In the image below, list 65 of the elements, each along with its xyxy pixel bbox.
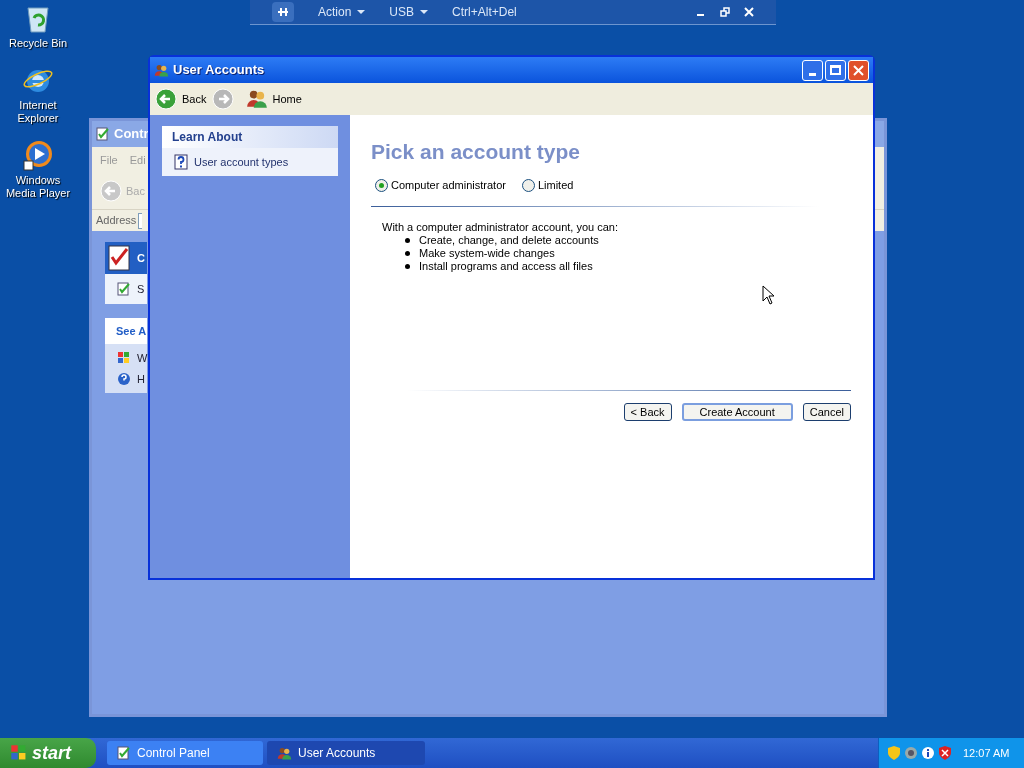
home-button[interactable]: Home — [246, 88, 302, 110]
users-icon — [154, 62, 169, 78]
panel-heading: C — [137, 250, 145, 266]
start-button[interactable]: start — [0, 738, 96, 768]
help-icon — [117, 371, 131, 386]
desktop-icon-label[interactable]: Windows Media Player — [0, 174, 76, 200]
back-button[interactable]: Back — [155, 88, 207, 110]
close-icon[interactable] — [744, 7, 754, 17]
control-panel-icon — [117, 746, 131, 760]
maximize-button[interactable] — [825, 59, 846, 81]
users-icon — [277, 745, 292, 761]
close-button[interactable] — [848, 59, 869, 81]
window-title: User Accounts — [173, 61, 265, 80]
users-icon — [246, 88, 269, 110]
pin-button[interactable] — [272, 2, 294, 22]
windows-flag-icon — [10, 744, 28, 762]
account-type-radio[interactable]: Limited — [521, 177, 574, 194]
media-player-icon — [22, 139, 54, 171]
help-icon — [174, 154, 188, 170]
radio-button[interactable] — [521, 178, 535, 192]
security-alert-icon[interactable] — [938, 745, 952, 761]
see-also-link[interactable]: H — [137, 370, 145, 387]
bullet-text: Create, change, and delete accounts — [419, 233, 599, 247]
address-field[interactable] — [138, 212, 143, 229]
description-text: With a computer administrator account, you can: — [382, 220, 619, 234]
dialog-button[interactable]: Cancel — [802, 402, 851, 421]
pin-icon — [277, 7, 289, 17]
bullet-text: Make system-wide changes — [419, 246, 555, 260]
taskbar-button[interactable]: Control Panel — [107, 741, 263, 765]
maximize-icon — [830, 65, 841, 75]
page-heading: Pick an account type — [371, 139, 581, 165]
bullet-text: Install programs and access all files — [419, 259, 593, 273]
address-label: Address — [96, 213, 137, 229]
panel-heading: Learn About — [172, 129, 243, 146]
toolbar-menu[interactable]: USB — [389, 3, 429, 21]
toolbar-menu[interactable]: Action — [318, 3, 366, 21]
ctrl-alt-del-button[interactable]: Ctrl+Alt+Del — [452, 3, 517, 21]
dialog-button[interactable]: < Back — [623, 402, 672, 421]
learn-about-link[interactable]: User account types — [162, 148, 338, 176]
info-icon[interactable] — [921, 745, 935, 761]
desktop-icon-label[interactable]: Internet Explorer — [0, 99, 76, 125]
account-type-radio[interactable]: Computer administrator — [375, 177, 506, 194]
dialog-button[interactable]: Create Account — [681, 402, 793, 421]
radio-button[interactable] — [375, 178, 388, 192]
control-panel-icon — [117, 282, 131, 296]
desktop-icon-label[interactable]: Recycle Bin — [8, 37, 68, 50]
control-panel-icon — [96, 127, 110, 141]
windows-flag-icon — [117, 351, 131, 366]
task-link[interactable]: S — [137, 280, 145, 298]
caret-icon — [420, 10, 429, 14]
bullet-icon — [405, 237, 410, 243]
panel-heading: See A — [116, 323, 147, 339]
minimize-icon — [809, 72, 816, 76]
window-title: Contr — [114, 125, 149, 144]
bullet-icon — [405, 250, 410, 256]
caret-icon — [357, 10, 366, 14]
minimize-button[interactable] — [802, 59, 823, 81]
clock: 12:07 AM — [963, 745, 1010, 761]
restore-icon[interactable] — [720, 7, 730, 17]
taskbar-button[interactable]: User Accounts — [267, 741, 425, 765]
see-also-link[interactable]: W — [137, 350, 148, 367]
pointer-icon — [762, 285, 775, 305]
close-icon — [853, 64, 864, 76]
bullet-icon — [405, 263, 410, 269]
checklist-icon — [107, 244, 133, 272]
